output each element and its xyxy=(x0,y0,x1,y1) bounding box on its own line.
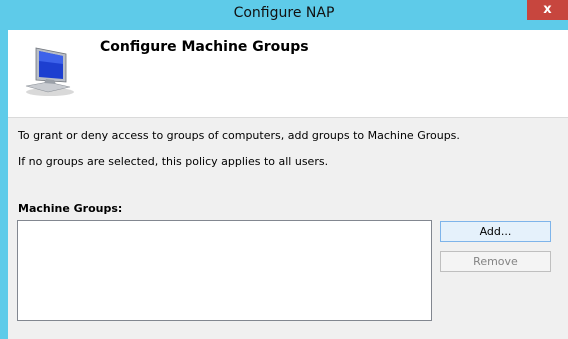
machine-groups-list[interactable] xyxy=(17,220,432,321)
machine-groups-label: Machine Groups: xyxy=(18,202,123,215)
description-text: To grant or deny access to groups of com… xyxy=(18,129,460,142)
wizard-header: Configure Machine Groups xyxy=(8,30,568,118)
window-title: Configure NAP xyxy=(233,5,335,21)
close-icon: x xyxy=(543,2,552,17)
page-title: Configure Machine Groups xyxy=(100,39,309,55)
dialog-body: Configure Machine Groups To grant or den… xyxy=(8,30,568,339)
policy-note-text: If no groups are selected, this policy a… xyxy=(18,155,329,168)
title-bar[interactable]: Configure NAP x xyxy=(0,0,568,30)
computer-monitor-icon xyxy=(25,47,74,96)
remove-button[interactable]: Remove xyxy=(440,251,551,272)
add-button[interactable]: Add... xyxy=(440,221,551,242)
close-button[interactable]: x xyxy=(527,0,568,20)
configure-nap-dialog: Configure NAP x Configure Machine Groups… xyxy=(0,0,568,339)
